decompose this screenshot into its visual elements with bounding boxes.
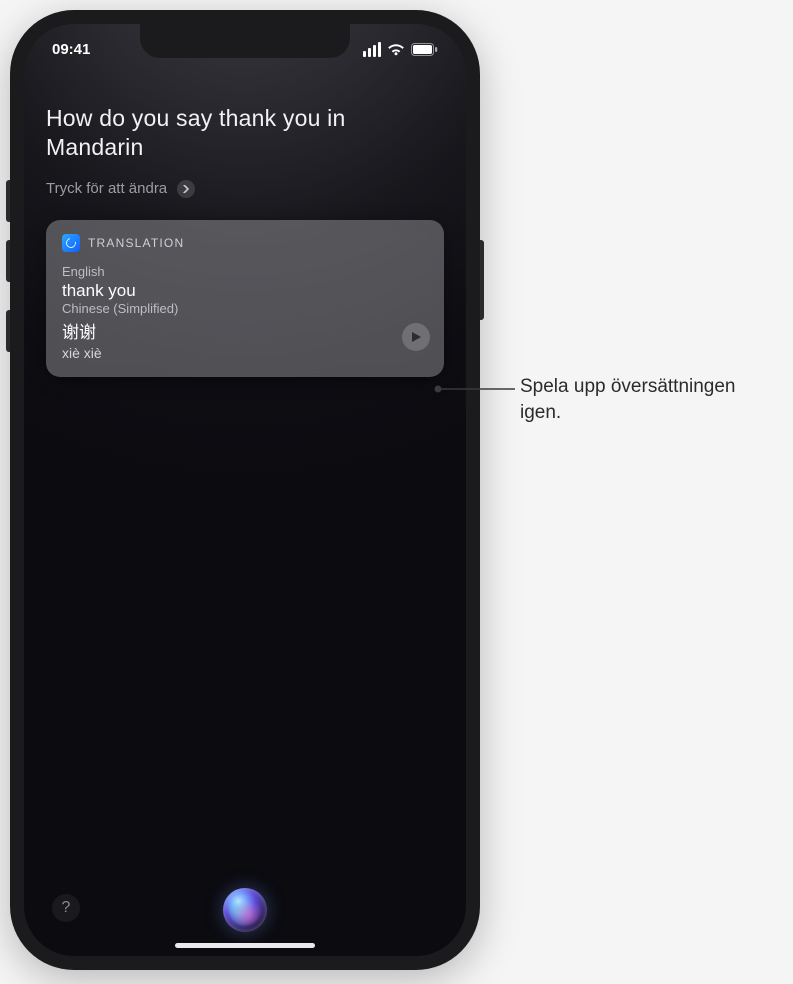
translation-card[interactable]: TRANSLATION English thank you Chinese (S…	[46, 220, 444, 377]
play-translation-button[interactable]	[402, 323, 430, 351]
card-title: TRANSLATION	[88, 236, 184, 250]
target-block: Chinese (Simplified) 谢谢 xiè xiè	[62, 301, 428, 361]
card-header: TRANSLATION	[62, 234, 428, 252]
siri-query-text[interactable]: How do you say thank you in Mandarin	[46, 104, 444, 162]
source-block: English thank you	[62, 264, 428, 301]
notch	[140, 24, 350, 58]
target-pinyin: xiè xiè	[62, 345, 428, 361]
target-text: 谢谢	[62, 318, 428, 343]
status-time: 09:41	[52, 41, 90, 58]
tap-to-edit-row[interactable]: Tryck för att ändra	[46, 180, 444, 198]
siri-help-button[interactable]: ?	[52, 894, 80, 922]
question-mark-icon: ?	[62, 899, 71, 917]
iphone-frame: 09:41 How do you say thank you in Mandar…	[10, 10, 480, 970]
source-language-label: English	[62, 264, 428, 279]
callout-text: Spela upp översättningen igen.	[520, 374, 770, 425]
siri-content: How do you say thank you in Mandarin Try…	[46, 104, 444, 377]
target-language-label: Chinese (Simplified)	[62, 301, 428, 316]
battery-icon	[411, 43, 438, 56]
translation-app-icon	[62, 234, 80, 252]
play-icon	[410, 331, 422, 343]
status-right	[363, 42, 438, 57]
source-text: thank you	[62, 281, 428, 301]
home-indicator[interactable]	[175, 943, 315, 948]
chevron-right-icon	[177, 180, 195, 198]
screen: 09:41 How do you say thank you in Mandar…	[24, 24, 466, 956]
cellular-signal-icon	[363, 42, 381, 57]
wifi-icon	[387, 43, 405, 56]
tap-to-edit-label: Tryck för att ändra	[46, 180, 167, 197]
siri-orb-button[interactable]	[223, 888, 267, 932]
